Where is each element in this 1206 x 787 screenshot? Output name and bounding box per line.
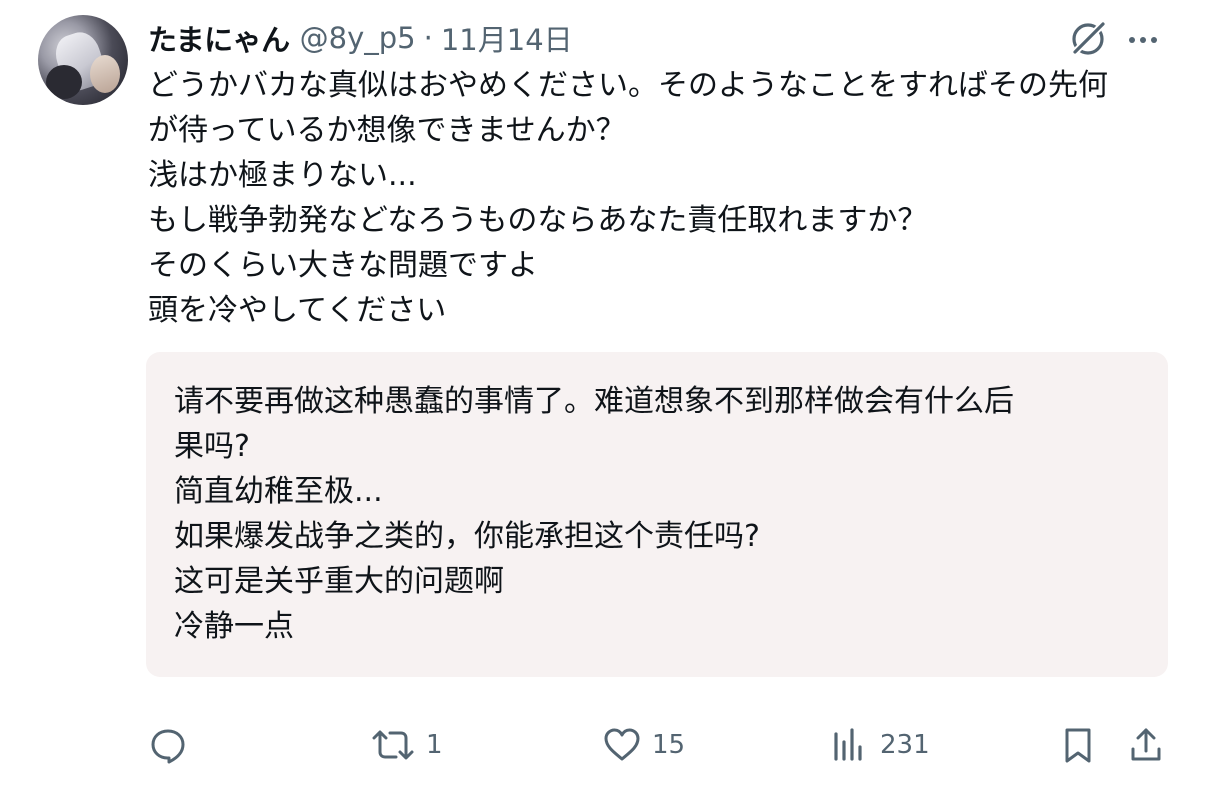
retweet-count: 1 [426, 730, 443, 760]
reply-button[interactable] [148, 722, 188, 768]
tweet-text: どうかバカな真似はおやめください。そのようなことをすればその先何 が待っているか… [148, 63, 1168, 333]
bookmark-button[interactable] [1060, 722, 1096, 768]
tweet-header: たまにゃん @8y_p5 · 11月14日 [148, 18, 573, 58]
translation-line: 果吗? [174, 429, 250, 464]
tweet-text-line: どうかバカな真似はおやめください。そのようなことをすればその先何 [148, 68, 1108, 103]
translation-line: 冷静一点 [174, 609, 294, 644]
retweet-button[interactable]: 1 [370, 722, 443, 768]
avatar[interactable] [38, 15, 128, 105]
tweet-text-line: が待っているか想像できませんか？ [148, 113, 626, 148]
share-icon [1128, 725, 1164, 765]
more-dots-icon[interactable] [1125, 22, 1161, 58]
tweet-text-line: もし戦争勃発などなろうものならあなた責任取れますか？ [148, 203, 928, 238]
user-handle[interactable]: @8y_p5 [300, 21, 416, 55]
reply-icon [148, 725, 188, 765]
heart-icon [602, 725, 642, 765]
translation-line: 这可是关乎重大的问题啊 [174, 564, 504, 599]
views-button[interactable]: 231 [830, 722, 930, 768]
tweet-date[interactable]: 11月14日 [441, 17, 573, 59]
views-count: 231 [880, 730, 930, 760]
like-button[interactable]: 15 [602, 722, 685, 768]
views-chart-icon [830, 725, 870, 765]
tweet-text-line: そのくらい大きな問題ですよ [148, 248, 538, 283]
action-bar: 1 15 231 [0, 722, 1206, 768]
translation-line: 请不要再做这种愚蠢的事情了。难道想象不到那样做会有什么后 [174, 384, 1014, 419]
translation-box: 请不要再做这种愚蠢的事情了。难道想象不到那样做会有什么后 果吗? 简直幼稚至极.… [146, 352, 1168, 677]
translation-line: 简直幼稚至极... [174, 474, 383, 509]
retweet-icon [370, 725, 416, 765]
like-count: 15 [652, 730, 686, 760]
display-name[interactable]: たまにゃん [148, 17, 290, 59]
tweet-text-line: 頭を冷やしてください [148, 293, 447, 328]
tweet-text-line: 浅はか極まりない... [148, 158, 417, 193]
grok-icon[interactable] [1068, 19, 1108, 59]
bookmark-icon [1060, 725, 1096, 765]
translation-text: 请不要再做这种愚蠢的事情了。难道想象不到那样做会有什么后 果吗? 简直幼稚至极.… [174, 379, 1014, 649]
translation-line: 如果爆发战争之类的，你能承担这个责任吗? [174, 519, 760, 554]
header-separator: · [423, 21, 433, 55]
share-button[interactable] [1128, 722, 1164, 768]
